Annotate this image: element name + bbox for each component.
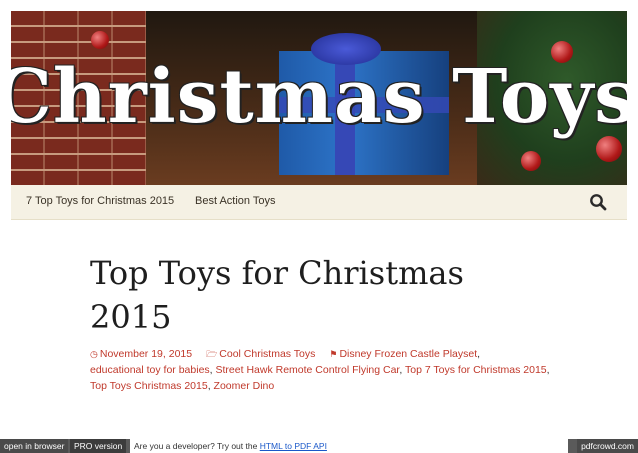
- ornament: [91, 31, 109, 49]
- tag-link[interactable]: Street Hawk Remote Control Flying Car: [216, 364, 400, 376]
- open-in-browser-button[interactable]: open in browser: [0, 439, 69, 453]
- post-title[interactable]: Top Toys for Christmas 2015: [90, 251, 550, 339]
- banner-title: Christmas Toys: [11, 54, 627, 140]
- tag-link[interactable]: Top 7 Toys for Christmas 2015: [405, 364, 547, 376]
- html-to-pdf-api-link[interactable]: HTML to PDF API: [260, 441, 327, 451]
- folder-icon: 🗁: [206, 349, 218, 359]
- header-banner[interactable]: Christmas Toys: [11, 11, 627, 185]
- tag-link[interactable]: educational toy for babies: [90, 364, 210, 376]
- post-date-link[interactable]: November 19, 2015: [100, 348, 192, 360]
- pro-version-button[interactable]: PRO version: [70, 439, 127, 453]
- category-link[interactable]: Cool Christmas Toys: [219, 348, 315, 360]
- tag-link[interactable]: Top Toys Christmas 2015: [90, 380, 208, 392]
- developer-text: Are you a developer? Try out the: [134, 441, 258, 451]
- clock-icon: ◷: [90, 349, 98, 359]
- ornament: [521, 151, 541, 171]
- developer-promo: Are you a developer? Try out the HTML to…: [130, 439, 568, 453]
- tag-link[interactable]: Disney Frozen Castle Playset: [339, 348, 477, 360]
- nav-item-best-action-toys[interactable]: Best Action Toys: [195, 195, 276, 207]
- search-icon[interactable]: [589, 193, 607, 211]
- tag-link[interactable]: Zoomer Dino: [214, 380, 275, 392]
- main-nav: 7 Top Toys for Christmas 2015 Best Actio…: [11, 185, 627, 220]
- pdfcrowd-link[interactable]: pdfcrowd.com: [577, 439, 638, 453]
- nav-item-7-top-toys[interactable]: 7 Top Toys for Christmas 2015: [26, 195, 174, 207]
- pdfcrowd-footer: open in browser PRO version Are you a de…: [0, 439, 638, 453]
- tag-icon: ⚑: [329, 349, 338, 359]
- post-meta: ◷ November 19, 2015 🗁 Cool Christmas Toys ⚑ D…: [90, 348, 550, 392]
